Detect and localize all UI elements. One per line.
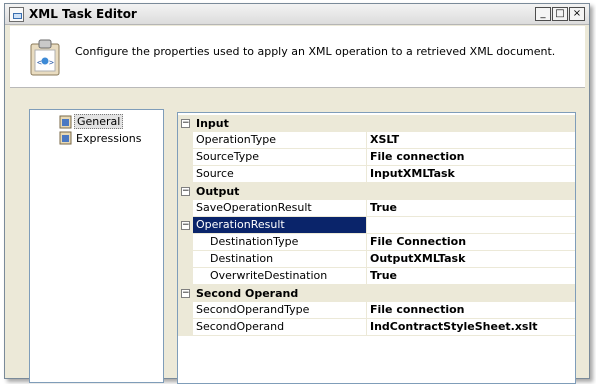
property-value[interactable]: File Connection [367, 234, 575, 251]
category-label: Input [196, 117, 229, 130]
category-second-operand[interactable]: − Second Operand [178, 285, 575, 302]
row-gutter: − [178, 217, 193, 234]
maximize-button[interactable]: □ [552, 7, 568, 21]
row-gutter [178, 149, 193, 166]
row-gutter [178, 268, 193, 285]
svg-text:<: < [37, 58, 42, 67]
clipboard-xml-icon: < > [30, 39, 60, 76]
property-value[interactable]: XSLT [367, 132, 575, 149]
property-value[interactable]: InputXMLTask [367, 166, 575, 183]
property-grid[interactable]: − Input OperationType XSLT SourceType Fi… [177, 112, 576, 384]
header-panel: < > Configure the properties used to app… [10, 26, 585, 88]
property-name[interactable]: Source [193, 166, 367, 183]
property-row[interactable]: Destination OutputXMLTask [178, 251, 575, 268]
property-page-icon [59, 115, 72, 129]
property-row[interactable]: Source InputXMLTask [178, 166, 575, 183]
row-gutter [178, 319, 193, 336]
category-label: Output [196, 185, 240, 198]
property-name[interactable]: SourceType [193, 149, 367, 166]
collapse-toggle-icon[interactable]: − [181, 119, 190, 128]
title-bar[interactable]: XML Task Editor _ □ × [5, 4, 589, 25]
property-name[interactable]: OverwriteDestination [193, 268, 367, 285]
property-value[interactable]: OutputXMLTask [367, 251, 575, 268]
header-description: Configure the properties used to apply a… [75, 45, 556, 58]
property-value[interactable] [367, 217, 575, 234]
property-row[interactable]: SourceType File connection [178, 149, 575, 166]
nav-tree[interactable]: General Expressions [29, 109, 164, 383]
property-name[interactable]: SecondOperand [193, 319, 367, 336]
property-row[interactable]: DestinationType File Connection [178, 234, 575, 251]
collapse-toggle-icon[interactable]: − [181, 289, 190, 298]
property-row[interactable]: SecondOperand IndContractStyleSheet.xslt [178, 319, 575, 336]
row-gutter [178, 166, 193, 183]
category-output[interactable]: − Output [178, 183, 575, 200]
row-gutter [178, 132, 193, 149]
property-value[interactable]: True [367, 268, 575, 285]
property-page-icon [59, 131, 72, 145]
property-name[interactable]: SaveOperationResult [193, 200, 367, 217]
collapse-toggle-icon[interactable]: − [181, 221, 190, 230]
category-input[interactable]: − Input [178, 115, 575, 132]
property-row[interactable]: SecondOperandType File connection [178, 302, 575, 319]
property-name[interactable]: SecondOperandType [193, 302, 367, 319]
collapse-toggle-icon[interactable]: − [181, 187, 190, 196]
nav-item-expressions[interactable]: Expressions [74, 131, 143, 146]
row-gutter [178, 200, 193, 217]
app-icon [9, 7, 24, 22]
property-value[interactable]: File connection [367, 149, 575, 166]
property-row[interactable]: SaveOperationResult True [178, 200, 575, 217]
property-value[interactable]: IndContractStyleSheet.xslt [367, 319, 575, 336]
svg-text:>: > [49, 58, 54, 67]
window-title: XML Task Editor [29, 7, 137, 21]
xml-task-editor-window: XML Task Editor _ □ × < > Configure the … [4, 3, 590, 384]
property-value[interactable]: File connection [367, 302, 575, 319]
property-value[interactable]: True [367, 200, 575, 217]
category-label: Second Operand [196, 287, 299, 300]
property-row-selected[interactable]: − OperationResult [178, 217, 575, 234]
row-gutter [178, 302, 193, 319]
property-name[interactable]: DestinationType [193, 234, 367, 251]
minimize-button[interactable]: _ [535, 7, 551, 21]
property-name[interactable]: OperationType [193, 132, 367, 149]
close-button[interactable]: × [569, 7, 585, 21]
property-name[interactable]: OperationResult [193, 217, 367, 234]
row-gutter [178, 234, 193, 251]
property-name[interactable]: Destination [193, 251, 367, 268]
row-gutter [178, 251, 193, 268]
nav-item-general[interactable]: General [74, 114, 124, 129]
property-row[interactable]: OperationType XSLT [178, 132, 575, 149]
property-row[interactable]: OverwriteDestination True [178, 268, 575, 285]
